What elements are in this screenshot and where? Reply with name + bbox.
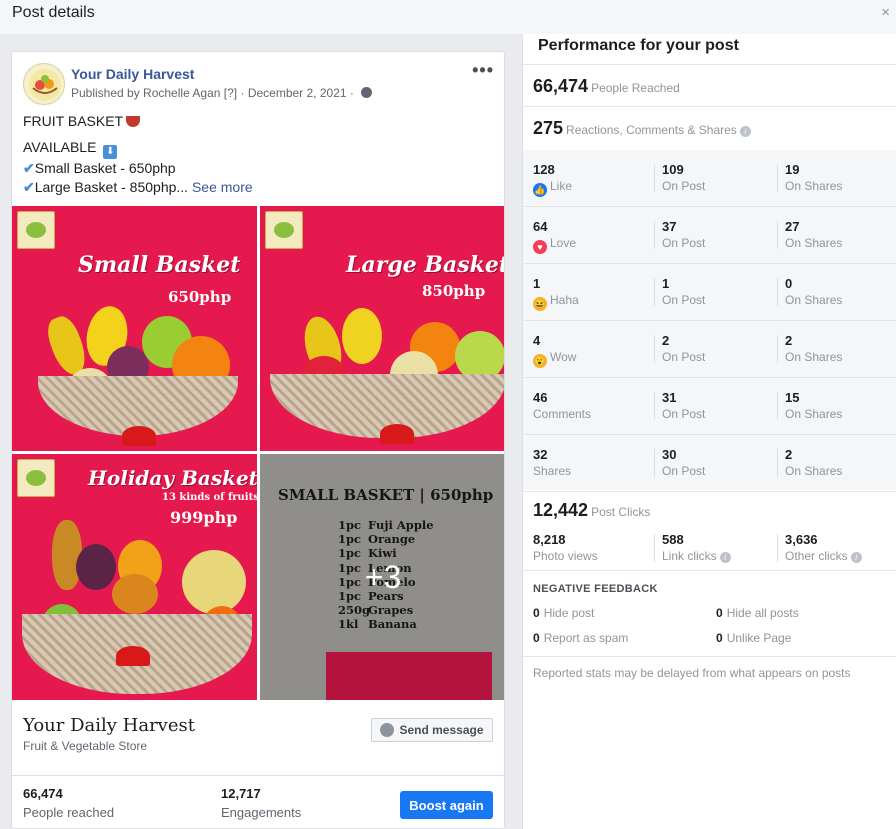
globe-icon	[361, 87, 373, 98]
hide-all-posts-stat: 0 Hide all posts	[716, 606, 799, 620]
see-more-link[interactable]: See more	[192, 179, 253, 195]
rcs-label: Reactions, Comments & Shares	[566, 123, 737, 137]
people-reached-stat: 66,474 People reached	[23, 786, 114, 820]
divider	[523, 64, 896, 65]
divider	[523, 570, 896, 571]
people-reached-summary: 66,474 People Reached	[533, 76, 680, 97]
reaction-row-comments: 46 Comments 31 On Post 15 On Shares	[523, 378, 896, 435]
photo-price: 650php	[168, 288, 232, 306]
reaction-row-like: 128 👍 Like 109 On Post 19 On Shares	[523, 150, 896, 207]
post-text-line-4: ✔Large Basket - 850php... See more	[23, 179, 253, 195]
hide-post-stat: 0 Hide post	[533, 606, 595, 620]
photo-title: Holiday Basket	[88, 466, 257, 490]
meta-separator-2: ·	[349, 86, 354, 100]
photo-title: Small Basket	[78, 252, 241, 278]
photo-holiday-basket[interactable]: Holiday Basket 13 kinds of fruits 999php	[12, 454, 257, 700]
people-reached-label: People reached	[23, 805, 115, 820]
page-category: Fruit & Vegetable Store	[23, 739, 148, 753]
boost-again-button[interactable]: Boost again	[400, 791, 493, 819]
post-preview-pane: Your Daily Harvest Published by Rochelle…	[0, 34, 522, 829]
divider	[12, 775, 504, 776]
photo-small-basket[interactable]: Small Basket 650php	[12, 206, 257, 451]
photo-title: Large Basket	[346, 252, 505, 278]
page-name-footer[interactable]: Your Daily Harvest	[23, 715, 195, 736]
info-icon[interactable]: i	[850, 552, 862, 563]
window-title-bar: Post details ×	[0, 0, 896, 34]
haha-icon: 😆	[533, 297, 547, 311]
more-photos-overlay[interactable]: +3	[260, 454, 504, 700]
brand-logo-icon	[17, 211, 55, 249]
link-clicks-stat: 588 Link clicks i	[662, 532, 731, 563]
performance-title: Performance for your post	[538, 37, 739, 54]
reactions-summary: 275 Reactions, Comments & Shares i	[533, 118, 751, 139]
brand-logo-icon	[17, 459, 55, 497]
brand-logo-icon	[265, 211, 303, 249]
down-arrow-emoji-icon: ⬇	[103, 144, 118, 159]
post-text: FRUIT BASKET AVAILABLE ⬇ ✔Small Basket -…	[23, 112, 493, 198]
photo-price: 850php	[422, 282, 486, 300]
engagements-stat: 12,717 Engagements	[221, 786, 301, 820]
reactions-breakdown: 128 👍 Like 109 On Post 19 On Shares 64 ♥ Love …	[523, 150, 896, 492]
clicks-label: Post Clicks	[591, 505, 651, 519]
love-icon: ♥	[533, 240, 547, 254]
more-options-icon[interactable]: •••	[472, 60, 494, 81]
reaction-row-love: 64 ♥ Love 37 On Post 27 On Shares	[523, 207, 896, 264]
reach-value: 66,474	[533, 76, 589, 96]
close-icon[interactable]: ×	[881, 4, 890, 21]
engagements-label: Engagements	[221, 805, 302, 820]
fruit-basket-logo-icon	[29, 69, 61, 101]
post-card: Your Daily Harvest Published by Rochelle…	[11, 51, 505, 829]
messenger-icon	[380, 723, 395, 737]
checkmark-icon: ✔	[23, 159, 35, 176]
post-date[interactable]: December 2, 2021	[248, 86, 347, 100]
people-reached-value: 66,474	[23, 786, 63, 801]
stats-footnote: Reported stats may be delayed from what …	[533, 666, 851, 680]
photo-small-basket-menu[interactable]: SMALL BASKET | 650php 1pc Fuji Apple 1pc O…	[260, 454, 504, 700]
like-icon: 👍	[533, 183, 547, 197]
rcs-value: 275	[533, 118, 564, 138]
reaction-row-shares: 32 Shares 30 On Post 2 On Shares	[523, 435, 896, 492]
photo-views-stat: 8,218 Photo views	[533, 532, 598, 563]
help-link[interactable]: [?]	[224, 86, 237, 100]
photo-price: 999php	[170, 508, 238, 527]
post-text-line-1: FRUIT BASKET	[23, 112, 493, 132]
window-title: Post details	[12, 4, 95, 21]
reach-label: People Reached	[591, 81, 680, 95]
photo-grid: Small Basket 650php Large Basket 850php	[12, 206, 505, 700]
page-avatar[interactable]	[23, 63, 65, 105]
post-text-line-2: AVAILABLE ⬇	[23, 138, 493, 159]
photo-large-basket[interactable]: Large Basket 850php	[260, 206, 505, 451]
engagements-value: 12,717	[221, 786, 261, 801]
post-meta: Published by Rochelle Agan [?] · Decembe…	[71, 86, 373, 100]
post-text-line-3: ✔Small Basket - 650php	[23, 159, 176, 176]
report-spam-stat: 0 Report as spam	[533, 631, 629, 645]
meta-separator: ·	[240, 86, 245, 100]
negative-feedback-title: NEGATIVE FEEDBACK	[533, 583, 658, 595]
divider	[523, 106, 896, 107]
send-message-button[interactable]: Send message	[371, 718, 493, 742]
info-icon[interactable]: i	[719, 552, 731, 563]
performance-pane: Performance for your post 66,474 People R…	[522, 34, 896, 829]
basket-emoji-icon	[126, 116, 141, 127]
send-message-label: Send message	[399, 723, 484, 737]
publisher-label: Published by Rochelle Agan	[71, 86, 221, 100]
info-icon[interactable]: i	[739, 126, 751, 137]
photo-subtitle: 13 kinds of fruits	[162, 492, 257, 503]
wow-icon: 😮	[533, 354, 547, 368]
reaction-row-wow: 4 😮 Wow 2 On Post 2 On Shares	[523, 321, 896, 378]
other-clicks-stat: 3,636 Other clicks i	[785, 532, 862, 563]
post-clicks-summary: 12,442 Post Clicks	[533, 500, 650, 521]
reaction-row-haha: 1 😆 Haha 1 On Post 0 On Shares	[523, 264, 896, 321]
checkmark-icon: ✔	[23, 179, 35, 195]
unlike-page-stat: 0 Unlike Page	[716, 631, 792, 645]
divider	[523, 656, 896, 657]
page-name-link[interactable]: Your Daily Harvest	[71, 66, 194, 82]
clicks-value: 12,442	[533, 500, 589, 520]
